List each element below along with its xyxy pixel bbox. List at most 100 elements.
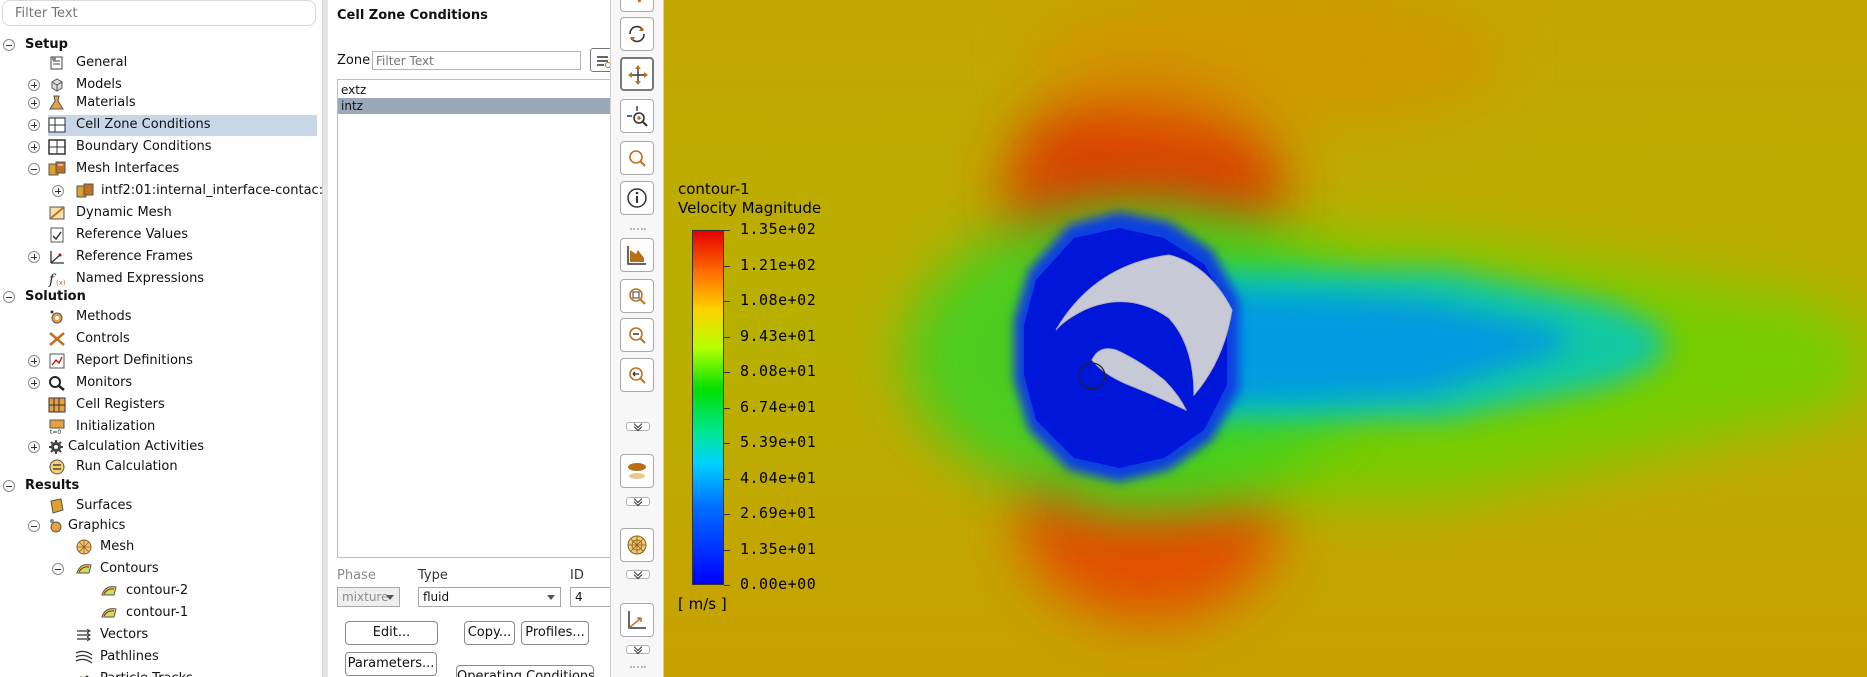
tree-section-results[interactable]: Results: [0, 476, 322, 496]
id-field[interactable]: 4: [570, 587, 610, 607]
legend-tick-label: 1.21e+02: [740, 255, 817, 274]
tree-item-materials[interactable]: Materials: [0, 93, 322, 113]
graphics-toolbar: [610, 0, 664, 677]
tree-item-interface[interactable]: intf2:01:internal_interface-contac::exte: [0, 181, 322, 201]
expand-toggle-icon[interactable]: [28, 119, 40, 131]
tree-item-monitors[interactable]: Monitors: [0, 373, 322, 393]
zoom-out-button[interactable]: [620, 318, 654, 352]
zoom-button[interactable]: [620, 141, 654, 175]
tree-item-particle-tracks[interactable]: Particle Tracks: [0, 669, 322, 677]
tree-item-models[interactable]: Models: [0, 75, 322, 95]
reference-frames-icon: [48, 249, 66, 265]
expand-toggle-icon[interactable]: [28, 97, 40, 109]
axes-icon: [628, 611, 646, 629]
velocity-contour-plot[interactable]: [664, 0, 1867, 677]
tree-filter-input[interactable]: [2, 0, 316, 26]
parameters-button[interactable]: Parameters...: [345, 652, 437, 676]
tree-item-contour-1[interactable]: contour-1: [0, 603, 322, 623]
tree-item-contour-2[interactable]: contour-2: [0, 581, 322, 601]
collapse-toggle-icon[interactable]: [28, 520, 40, 532]
mesh-display-button[interactable]: [620, 528, 654, 562]
toolbar-more-icon[interactable]: [626, 422, 650, 431]
zone-list[interactable]: extz intz: [337, 79, 610, 558]
probe-icon: [637, 0, 642, 3]
expand-toggle-icon[interactable]: [28, 441, 40, 453]
expand-toggle-icon[interactable]: [28, 355, 40, 367]
mesh-display-icon: [627, 535, 647, 555]
zoom-out-icon: [629, 327, 646, 344]
mesh-icon: [75, 539, 93, 555]
operating-conditions-button[interactable]: Operating Conditions...: [456, 665, 594, 677]
fit-button[interactable]: [620, 238, 654, 272]
tree-item-mesh-interfaces[interactable]: Mesh Interfaces: [0, 159, 322, 179]
tree-item-run-calculation[interactable]: Run Calculation: [0, 457, 322, 477]
legend-tick: [724, 230, 730, 231]
expand-toggle-icon[interactable]: [52, 185, 64, 197]
tree-item-reference-frames[interactable]: Reference Frames: [0, 247, 322, 267]
tree-item-pathlines[interactable]: Pathlines: [0, 647, 322, 667]
expand-toggle-icon[interactable]: [28, 251, 40, 263]
report-definitions-icon: [48, 353, 66, 369]
toolbar-more-icon[interactable]: [626, 497, 650, 506]
tree-item-initialization[interactable]: t=0 Initialization: [0, 417, 322, 437]
tree-item-reference-values[interactable]: Reference Values: [0, 225, 322, 245]
pan-icon: [628, 65, 648, 85]
axes-button[interactable]: [620, 603, 654, 637]
edit-button[interactable]: Edit...: [345, 621, 438, 645]
zone-list-item[interactable]: extz: [338, 82, 610, 98]
tree-item-cell-registers[interactable]: Cell Registers: [0, 395, 322, 415]
mesh-interfaces-icon: [48, 161, 66, 177]
zoom-previous-button[interactable]: [620, 358, 654, 392]
expand-toggle-icon[interactable]: [28, 377, 40, 389]
tree-item-graphics[interactable]: Graphics: [0, 516, 322, 536]
expand-toggle-icon[interactable]: [28, 79, 40, 91]
phase-dropdown[interactable]: mixture: [337, 587, 400, 607]
tree-section-setup[interactable]: Setup: [0, 35, 322, 55]
collapse-toggle-icon[interactable]: [3, 480, 15, 492]
expand-toggle-icon[interactable]: [28, 141, 40, 153]
tree-item-surfaces[interactable]: Surfaces: [0, 496, 322, 516]
general-icon: [48, 55, 66, 71]
controls-icon: [48, 331, 66, 347]
tree-item-controls[interactable]: Controls: [0, 329, 322, 349]
zoom-icon: [629, 150, 646, 167]
probe-button[interactable]: [620, 0, 654, 12]
graphics-window[interactable]: [664, 0, 1867, 677]
tree-item-label: Pathlines: [100, 649, 159, 664]
zone-list-options-button[interactable]: [590, 48, 610, 72]
legend-tick-label: 6.74e+01: [740, 397, 817, 416]
tree-item-methods[interactable]: Methods: [0, 307, 322, 327]
tree-item-report-definitions[interactable]: Report Definitions: [0, 351, 322, 371]
info-button[interactable]: [620, 181, 654, 215]
collapse-toggle-icon[interactable]: [28, 163, 40, 175]
rotate-button[interactable]: [620, 17, 654, 51]
toolbar-more-icon[interactable]: [626, 645, 650, 654]
tree-item-dynamic-mesh[interactable]: Dynamic Mesh: [0, 203, 322, 223]
legend-tick-label: 2.69e+01: [740, 504, 817, 522]
view-plane-icon: [628, 463, 646, 479]
zoom-box-button[interactable]: [620, 279, 654, 313]
view-plane-button[interactable]: [620, 454, 654, 488]
copy-button[interactable]: Copy...: [464, 621, 515, 645]
zone-filter-input[interactable]: [372, 51, 581, 70]
type-dropdown[interactable]: fluid: [418, 587, 561, 607]
tree-item-calculation-activities[interactable]: Calculation Activities: [0, 437, 322, 457]
collapse-toggle-icon[interactable]: [52, 563, 64, 575]
tree-item-boundary-conditions[interactable]: Boundary Conditions: [0, 137, 322, 157]
tree-item-label: Contours: [100, 561, 159, 576]
tree-item-named-expressions[interactable]: f (x) Named Expressions: [0, 269, 322, 289]
collapse-toggle-icon[interactable]: [3, 39, 15, 51]
tree-item-general[interactable]: General: [0, 53, 322, 73]
toolbar-more-icon[interactable]: [626, 570, 650, 579]
zoom-in-button[interactable]: [620, 99, 654, 133]
zone-list-item-selected[interactable]: intz: [338, 98, 610, 114]
tree-section-solution[interactable]: Solution: [0, 287, 322, 307]
collapse-toggle-icon[interactable]: [3, 291, 15, 303]
function-icon: f (x): [48, 271, 66, 287]
tree-item-vectors[interactable]: Vectors: [0, 625, 322, 645]
tree-item-contours[interactable]: Contours: [0, 559, 322, 579]
profiles-button[interactable]: Profiles...: [521, 621, 589, 645]
tree-item-mesh[interactable]: Mesh: [0, 537, 322, 557]
pan-button[interactable]: [620, 57, 654, 91]
tree-item-cell-zone-conditions[interactable]: Cell Zone Conditions: [0, 115, 322, 136]
